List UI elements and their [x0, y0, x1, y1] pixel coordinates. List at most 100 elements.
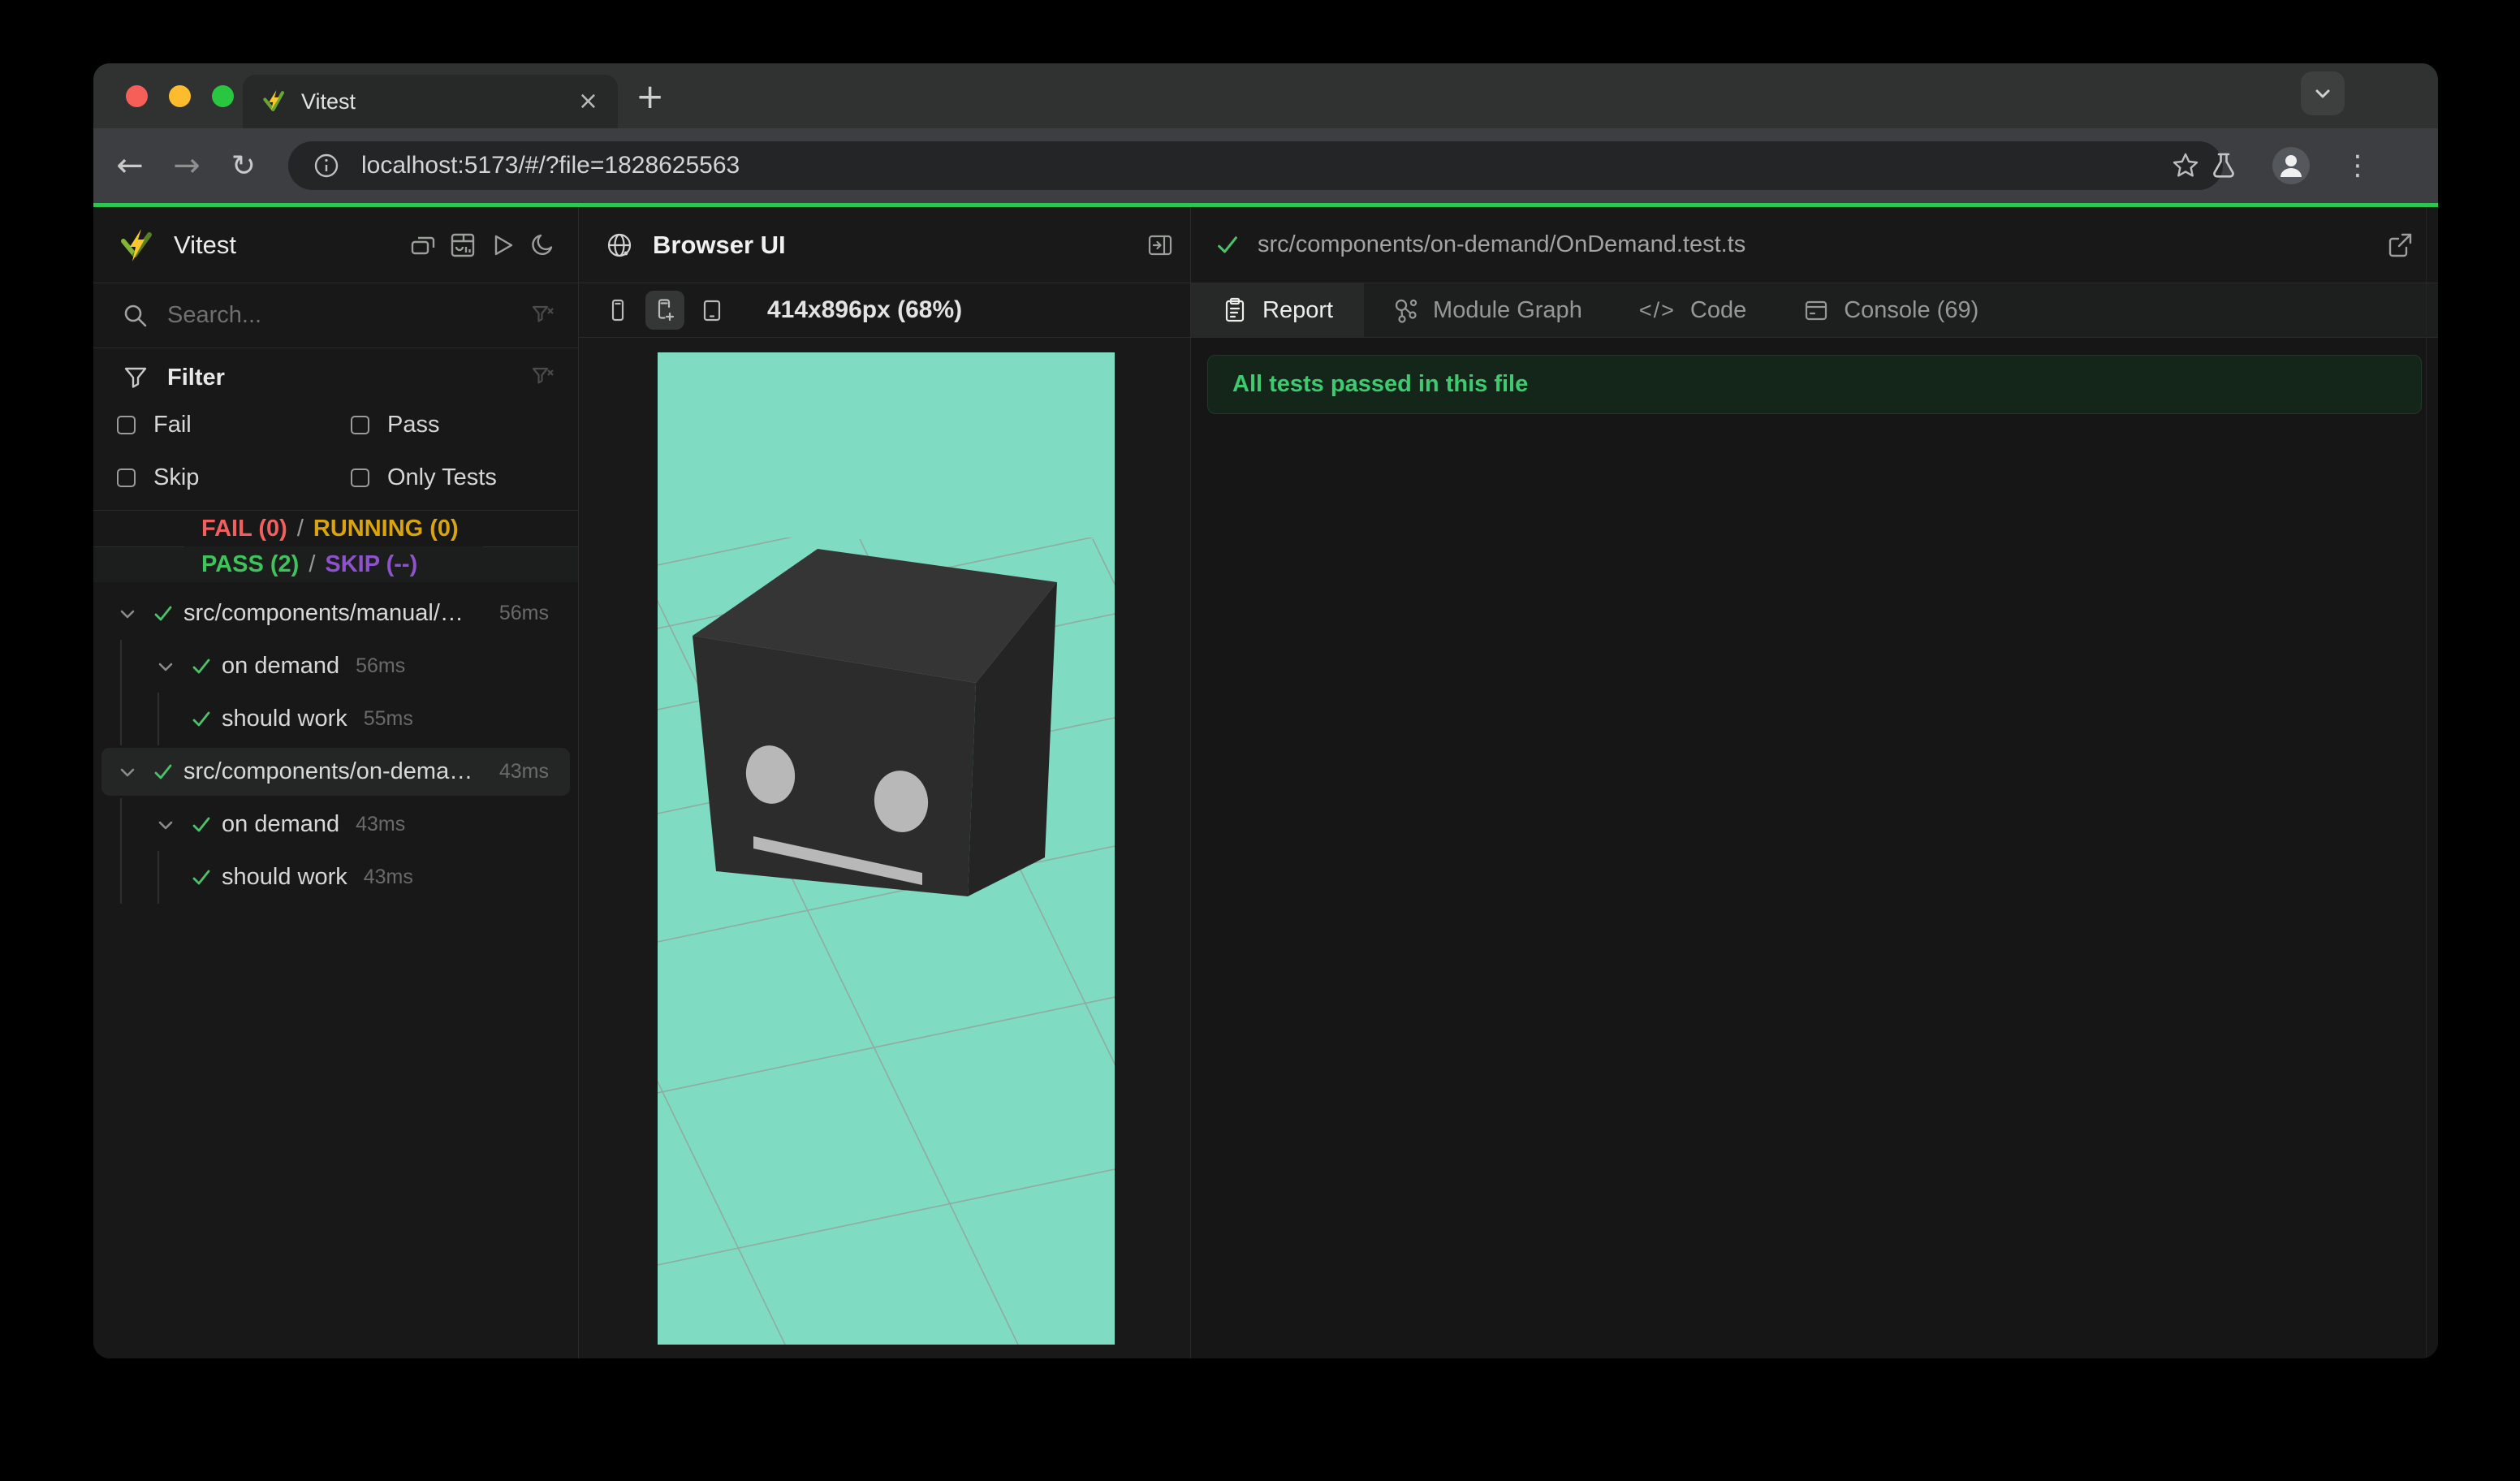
chevron-down-icon[interactable] — [117, 762, 138, 783]
check-icon — [192, 870, 210, 884]
duration-label: 43ms — [356, 813, 406, 835]
viewport-area — [579, 338, 1190, 1358]
browser-ui-header: Browser UI — [579, 207, 1190, 283]
summary-line-pass-skip: PASS (2) / SKIP (--) — [93, 546, 578, 582]
test-summary: FAIL (0) / RUNNING (0) PASS (2) / SKIP (… — [93, 511, 578, 582]
divider — [483, 546, 578, 547]
collapse-panels-icon[interactable] — [410, 232, 436, 258]
profile-avatar[interactable] — [2272, 147, 2310, 184]
filter-checkbox-skip[interactable]: Skip — [117, 464, 351, 491]
clear-filter-icon[interactable] — [531, 304, 555, 328]
divider — [93, 546, 184, 547]
tab-close-icon[interactable]: × — [578, 89, 598, 114]
device-phone-button[interactable] — [598, 291, 637, 330]
duration-label: 43ms — [498, 760, 549, 783]
device-tablet-button[interactable] — [693, 291, 731, 330]
device-toolbar: 414x896px (68%) — [579, 283, 1190, 338]
filter-title: Filter — [167, 364, 225, 391]
chevron-down-icon[interactable] — [155, 814, 176, 835]
phone-plus-icon — [658, 299, 675, 322]
checkbox[interactable] — [117, 416, 136, 434]
tree-row-test[interactable]: should work 55ms — [93, 693, 578, 745]
indent-guide — [158, 851, 159, 904]
filter-checkbox-fail[interactable]: Fail — [117, 412, 351, 438]
check-icon — [154, 764, 172, 779]
check-icon — [154, 606, 172, 620]
tab-code[interactable]: </> Code — [1611, 283, 1775, 337]
chevron-down-icon[interactable] — [117, 603, 138, 624]
clear-filter-icon[interactable] — [531, 365, 555, 390]
tree-row-suite[interactable]: on demand 56ms — [93, 640, 578, 693]
run-all-play-icon[interactable] — [490, 232, 516, 258]
zoom-window-button[interactable] — [212, 84, 234, 107]
viewport-size-label: 414x896px (68%) — [767, 296, 963, 323]
close-window-button[interactable] — [126, 84, 148, 107]
filter-header: Filter — [93, 348, 578, 400]
indent-guide — [120, 640, 122, 693]
duration-label: 56ms — [498, 602, 549, 624]
browser-menu-icon[interactable]: ⋮ — [2344, 149, 2371, 182]
console-icon — [1806, 300, 1827, 321]
person-icon — [2281, 155, 2302, 177]
chevron-down-icon — [2315, 89, 2330, 98]
report-header: src/components/on-demand/OnDemand.test.t… — [1191, 207, 2438, 283]
url-text[interactable]: localhost:5173/#/?file=1828625563 — [361, 152, 740, 179]
search-icon — [124, 304, 147, 326]
sidebar-header: Vitest — [93, 207, 578, 283]
screen: Vitest × + ← → ↻ localhost:5173/#/?file=… — [0, 0, 2520, 1481]
checkbox[interactable] — [351, 416, 369, 434]
minimize-window-button[interactable] — [169, 84, 191, 107]
app-title: Vitest — [174, 230, 236, 259]
expand-panel-icon[interactable] — [1146, 231, 1174, 259]
dashboard-report-icon[interactable] — [450, 232, 476, 258]
dark-mode-moon-icon[interactable] — [529, 232, 555, 258]
browser-viewport-canvas[interactable] — [658, 352, 1115, 1345]
globe-icon — [607, 233, 632, 257]
traffic-lights — [93, 84, 234, 107]
check-icon — [1218, 235, 1237, 253]
duration-label: 43ms — [363, 866, 413, 888]
filter-checkbox-pass[interactable]: Pass — [351, 412, 578, 438]
tab-search-button[interactable] — [2301, 71, 2345, 115]
forward-button[interactable]: → — [158, 147, 215, 184]
external-link-icon[interactable] — [2386, 231, 2414, 259]
tree-row-suite[interactable]: on demand 43ms — [93, 798, 578, 851]
duration-label: 55ms — [363, 707, 413, 730]
skip-count: SKIP (--) — [325, 551, 418, 577]
running-count: RUNNING (0) — [313, 515, 459, 542]
checkbox[interactable] — [351, 468, 369, 487]
device-phone-plus-button[interactable] — [645, 291, 684, 330]
filter-checkbox-only-tests[interactable]: Only Tests — [351, 464, 578, 491]
new-tab-button[interactable]: + — [636, 63, 664, 128]
chevron-down-icon[interactable] — [155, 656, 176, 677]
tree-row-file-manual[interactable]: src/components/manual/… 56ms — [93, 587, 578, 640]
browser-window: Vitest × + ← → ↻ localhost:5173/#/?file=… — [93, 63, 2438, 1358]
back-button[interactable]: ← — [101, 147, 158, 184]
tree-row-test[interactable]: should work 43ms — [93, 851, 578, 904]
browser-tab[interactable]: Vitest × — [243, 75, 618, 128]
vitest-logo-icon — [121, 228, 152, 261]
check-icon — [192, 817, 210, 831]
checkbox[interactable] — [117, 468, 136, 487]
tab-console[interactable]: Console (69) — [1775, 283, 2007, 337]
search-input[interactable] — [167, 302, 513, 329]
fail-count: FAIL (0) — [201, 515, 287, 542]
indent-guide — [120, 693, 122, 745]
check-icon — [192, 711, 210, 726]
test-file-path: src/components/on-demand/OnDemand.test.t… — [1258, 231, 1746, 257]
filter-options: Fail Pass Skip Only Tests — [93, 400, 578, 491]
address-bar[interactable]: localhost:5173/#/?file=1828625563 — [288, 141, 2223, 190]
tablet-icon — [703, 300, 721, 322]
info-icon[interactable] — [313, 152, 340, 179]
tree-row-file-on-demand[interactable]: src/components/on-dema… 43ms — [93, 745, 578, 798]
all-tests-passed-banner: All tests passed in this file — [1207, 355, 2422, 414]
bookmark-star-icon[interactable] — [2171, 151, 2200, 180]
robot-cube — [693, 549, 1057, 896]
reload-button[interactable]: ↻ — [215, 149, 272, 183]
browser-ui-title: Browser UI — [653, 230, 786, 259]
indent-guide — [158, 693, 159, 745]
tab-title: Vitest — [301, 89, 356, 114]
experiments-flask-icon[interactable] — [2209, 151, 2238, 180]
tab-report[interactable]: Report — [1191, 283, 1365, 337]
tab-module-graph[interactable]: Module Graph — [1364, 283, 1611, 337]
